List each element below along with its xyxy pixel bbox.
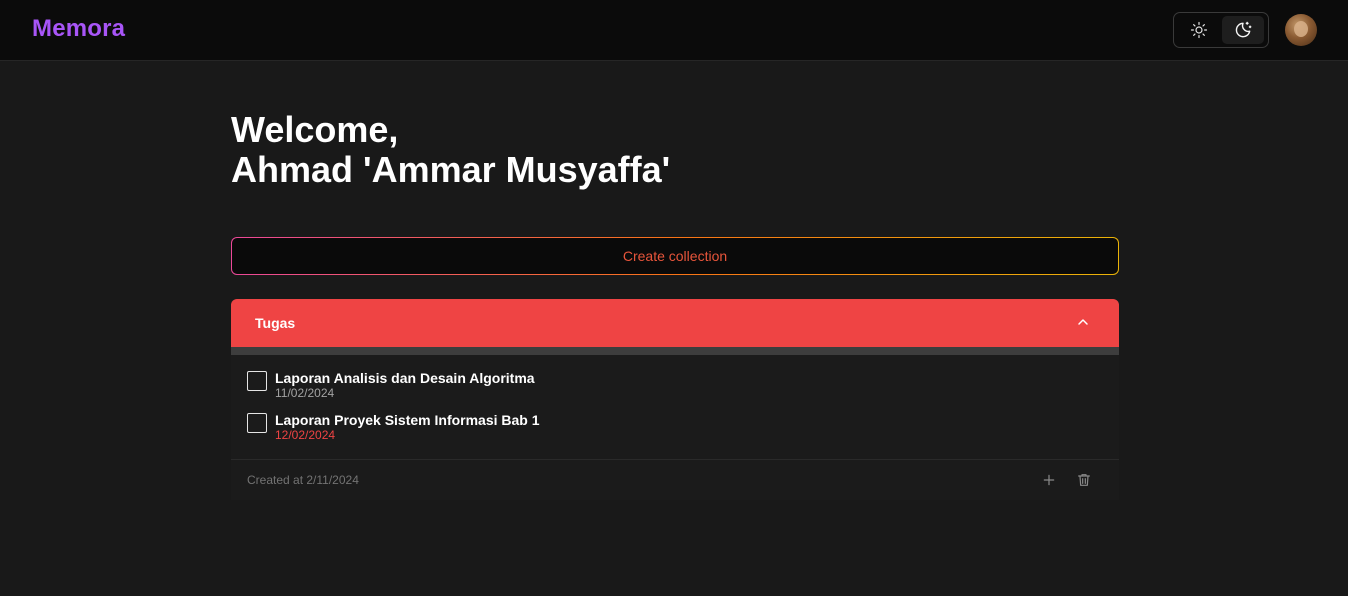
top-navbar: Memora [0, 0, 1348, 61]
task-title: Laporan Proyek Sistem Informasi Bab 1 [275, 412, 540, 428]
task-item: Laporan Proyek Sistem Informasi Bab 1 12… [247, 412, 1107, 446]
task-checkbox[interactable] [247, 371, 267, 391]
brand-logo[interactable]: Memora [32, 15, 125, 43]
user-name: Ahmad 'Ammar Musyaffa' [231, 149, 671, 190]
create-collection-button[interactable]: Create collection [231, 237, 1119, 275]
avatar-face [1294, 21, 1308, 37]
welcome-heading: Welcome, Ahmad 'Ammar Musyaffa' [231, 110, 670, 190]
welcome-line: Welcome, [231, 109, 399, 150]
light-theme-button[interactable] [1178, 16, 1220, 44]
collection-title: Tugas [255, 315, 296, 331]
task-title: Laporan Analisis dan Desain Algoritma [275, 370, 535, 386]
moon-stars-icon [1235, 21, 1252, 38]
task-checkbox[interactable] [247, 413, 267, 433]
plus-icon[interactable] [1041, 472, 1057, 488]
created-at: Created at 2/11/2024 [247, 473, 359, 487]
collection-card: Tugas Laporan Analisis dan Desain Algori… [231, 299, 1119, 500]
dark-theme-button[interactable] [1222, 16, 1264, 44]
user-avatar[interactable] [1285, 14, 1317, 46]
collection-footer: Created at 2/11/2024 [231, 459, 1119, 500]
collection-progress-bar [231, 347, 1119, 355]
trash-icon[interactable] [1076, 472, 1092, 488]
task-date-overdue: 12/02/2024 [275, 428, 336, 442]
collection-header[interactable]: Tugas [231, 299, 1119, 347]
chevron-up-icon[interactable] [1075, 314, 1091, 330]
sun-icon [1190, 21, 1208, 39]
task-item: Laporan Analisis dan Desain Algoritma 11… [247, 370, 1107, 404]
task-date: 11/02/2024 [275, 386, 335, 400]
create-collection-label: Create collection [232, 238, 1118, 274]
theme-toggle [1173, 12, 1269, 48]
